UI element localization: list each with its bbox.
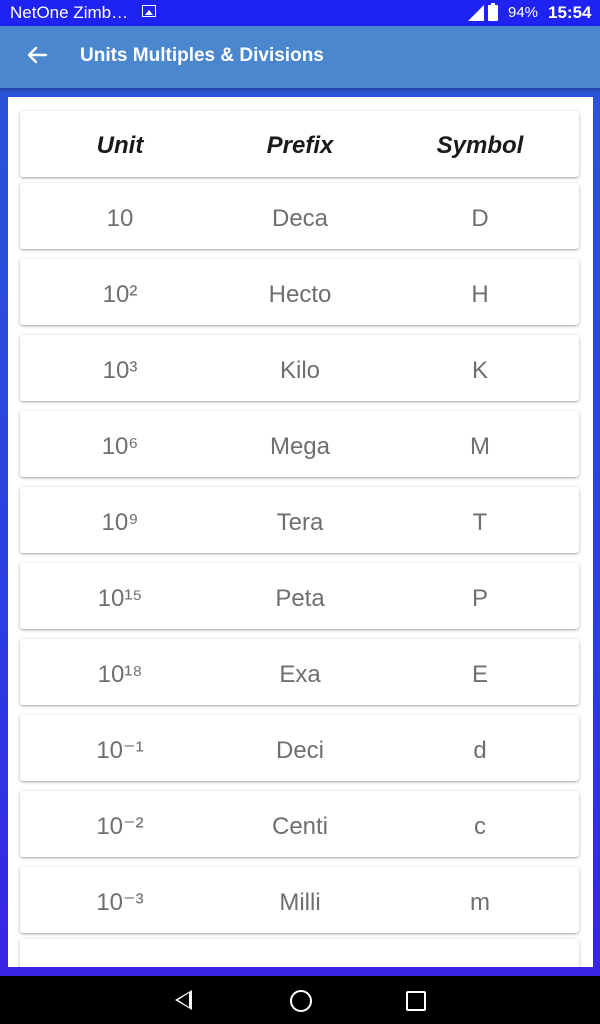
- table-row[interactable]: 10⁶ Mega M: [20, 411, 579, 477]
- prefix-cell: Deca: [271, 205, 329, 232]
- nav-home-icon[interactable]: [290, 990, 312, 1012]
- table-row[interactable]: 10³ Kilo K: [20, 335, 579, 401]
- table-row[interactable]: 10⁻¹ Deci d: [20, 715, 579, 781]
- unit-cell: 10⁻³: [96, 889, 144, 916]
- unit-cell: 10⁻¹: [96, 737, 144, 764]
- prefix-cell: Exa: [279, 661, 321, 688]
- symbol-cell: D: [471, 205, 489, 232]
- table-row[interactable]: 10¹⁸ Exa E: [20, 639, 579, 705]
- table-row[interactable]: 10⁹ Tera T: [20, 487, 579, 553]
- table-row[interactable]: 10⁻² Centi c: [20, 791, 579, 857]
- prefix-cell: Hecto: [268, 281, 332, 308]
- unit-cell: 10⁹: [101, 509, 139, 536]
- table-header: Unit Prefix Symbol: [20, 111, 579, 177]
- prefix-cell: Deci: [275, 737, 324, 764]
- prefix-cell: Kilo: [279, 357, 321, 384]
- image-notification-icon: [142, 5, 156, 17]
- signal-icon: [468, 5, 484, 21]
- table-row[interactable]: 10² Hecto H: [20, 259, 579, 325]
- symbol-cell: m: [470, 889, 490, 916]
- table-row[interactable]: 10 Deca D: [20, 183, 579, 249]
- header-symbol: Symbol: [436, 132, 524, 159]
- symbol-cell: E: [471, 661, 488, 688]
- symbol-cell: c: [474, 813, 486, 840]
- table-row[interactable]: 10⁻³ Milli m: [20, 867, 579, 933]
- prefix-cell: Centi: [271, 813, 329, 840]
- header-unit: Unit: [96, 132, 144, 159]
- unit-cell: 10³: [102, 357, 138, 384]
- battery-percentage: 94%: [508, 4, 539, 21]
- unit-cell: 10²: [102, 281, 138, 308]
- page-title: Units Multiples & Divisions: [80, 45, 324, 66]
- header-prefix: Prefix: [266, 132, 334, 159]
- symbol-cell: P: [471, 585, 488, 612]
- prefix-cell: Tera: [276, 509, 324, 536]
- carrier-name: NetOne Zimb…: [10, 3, 129, 22]
- back-button[interactable]: [22, 40, 52, 70]
- arrow-left-icon: [27, 46, 48, 64]
- prefix-cell: Mega: [269, 433, 331, 460]
- app-bar: Units Multiples & Divisions: [0, 26, 600, 88]
- symbol-cell: M: [470, 433, 490, 460]
- symbol-cell: K: [471, 357, 488, 384]
- unit-cell: 10⁻²: [96, 813, 144, 840]
- clock: 15:54: [548, 3, 592, 22]
- unit-cell: 10¹⁵: [97, 585, 143, 612]
- nav-back-icon[interactable]: [175, 990, 192, 1010]
- prefix-cell: Milli: [279, 889, 321, 916]
- unit-cell: 10⁶: [101, 433, 139, 460]
- symbol-cell: d: [473, 737, 487, 764]
- table-row[interactable]: 10¹⁵ Peta P: [20, 563, 579, 629]
- units-table[interactable]: Unit Prefix Symbol 10 Deca D 10² Hecto H…: [8, 97, 593, 967]
- navigation-bar: [0, 976, 600, 1024]
- unit-cell: 10¹⁸: [97, 661, 143, 688]
- symbol-cell: H: [471, 281, 489, 308]
- symbol-cell: T: [472, 509, 488, 536]
- battery-icon: [488, 3, 498, 21]
- nav-recents-icon[interactable]: [406, 991, 426, 1011]
- status-bar: NetOne Zimb… 94% 15:54: [0, 0, 600, 26]
- unit-cell: 10: [106, 205, 134, 232]
- prefix-cell: Peta: [275, 585, 325, 612]
- table-row-partial[interactable]: [20, 939, 579, 967]
